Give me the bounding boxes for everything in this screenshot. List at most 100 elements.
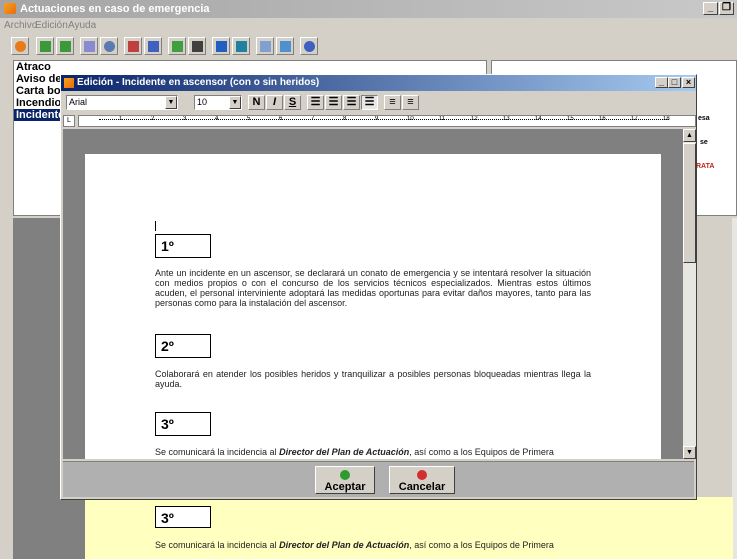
help-button[interactable] (300, 37, 318, 55)
editor-scrollbar[interactable]: ▲ ▼ (683, 129, 696, 459)
font-name-select[interactable]: Arial ▼ (66, 95, 178, 110)
dialog-title: Edición - Incidente en ascensor (con o s… (77, 77, 320, 88)
dialog-title-bar: Edición - Incidente en ascensor (con o s… (61, 75, 696, 91)
ruler-mark: 10 (407, 116, 414, 122)
back-button[interactable] (56, 37, 74, 55)
exit-icon (15, 41, 26, 52)
minimize-button[interactable]: _ (703, 2, 718, 15)
accept-button[interactable]: Aceptar (315, 466, 375, 494)
justify-button[interactable]: ☰ (361, 95, 378, 110)
ruler-mark: 15 (567, 116, 574, 122)
mail-button[interactable] (276, 37, 294, 55)
mail-icon (280, 41, 291, 52)
scroll-thumb[interactable] (683, 143, 696, 263)
ruler-mark: 12 (471, 116, 478, 122)
cancel-button[interactable]: Cancelar (389, 466, 455, 494)
ruler-mark: 18 (663, 116, 670, 122)
italic-button[interactable]: I (266, 95, 283, 110)
tab-stop-selector[interactable]: L (63, 115, 75, 127)
ruler-mark: 2 (151, 116, 155, 122)
justify-icon: ☰ (364, 96, 375, 108)
text-suffix: , así como a los Equipos de Primera (409, 540, 554, 550)
search-button[interactable] (100, 37, 118, 55)
chevron-down-icon: ▼ (165, 96, 177, 109)
panel-snippet: RATA (696, 163, 715, 170)
window-icon (84, 41, 95, 52)
text-cursor (155, 221, 156, 231)
bold-button[interactable]: N (248, 95, 265, 110)
refresh-button[interactable] (168, 37, 186, 55)
dialog-icon (64, 78, 74, 88)
back-icon (60, 41, 71, 52)
align-center-button[interactable]: ☰ (325, 95, 342, 110)
menu-edicion[interactable]: Edición (35, 20, 68, 31)
scroll-down-button[interactable]: ▼ (683, 446, 696, 459)
restore-button[interactable]: ❐ (719, 2, 734, 15)
underline-button[interactable]: S (284, 95, 301, 110)
dialog-maximize-button[interactable]: □ (668, 77, 681, 88)
window-group-button[interactable] (256, 37, 274, 55)
forward-icon (40, 41, 51, 52)
ruler-mark: 6 (279, 116, 283, 122)
chart-button[interactable] (212, 37, 230, 55)
exit-button[interactable] (11, 37, 29, 55)
arrow-right-icon (128, 41, 139, 52)
text-bold: Director del Plan de Actuación (279, 447, 410, 457)
align-left-button[interactable]: ☰ (307, 95, 324, 110)
binoculars-button[interactable] (188, 37, 206, 55)
chevron-down-icon: ▼ (229, 96, 241, 109)
binoculars-icon (192, 41, 203, 52)
align-right-button[interactable]: ☰ (343, 95, 360, 110)
scroll-up-button[interactable]: ▲ (683, 129, 696, 142)
section-text: Se comunicará la incidencia al Director … (155, 447, 591, 457)
ruler[interactable]: 1 2 3 4 5 6 7 8 9 10 11 12 13 14 15 16 1… (78, 115, 696, 127)
forward-button[interactable] (36, 37, 54, 55)
cancel-label: Cancelar (398, 481, 446, 493)
section-label: 1º (155, 234, 211, 258)
arrow-left-icon (148, 41, 159, 52)
chart-tree-icon (236, 41, 247, 52)
chart-tree-button[interactable] (232, 37, 250, 55)
text-prefix: Se comunicará la incidencia al (155, 540, 280, 550)
font-name-value: Arial (69, 97, 88, 107)
text-prefix: Se comunicará la incidencia al (155, 447, 280, 457)
ruler-mark: 14 (535, 116, 542, 122)
dialog-minimize-button[interactable]: _ (655, 77, 668, 88)
ruler-mark: 1 (119, 116, 123, 122)
chart-icon (216, 41, 227, 52)
bullet-list-icon: ≡ (407, 96, 414, 108)
section-label: 3º (155, 412, 211, 436)
align-left-icon: ☰ (310, 96, 321, 108)
refresh-icon (172, 41, 183, 52)
window-button[interactable] (80, 37, 98, 55)
section-text: Colaborará en atender los posibles herid… (155, 369, 591, 389)
menu-ayuda[interactable]: Ayuda (68, 20, 96, 31)
ruler-mark: 3 (183, 116, 187, 122)
search-icon (104, 41, 115, 52)
background-document: 3º Se comunicará la incidencia al Direct… (85, 497, 733, 559)
list-item[interactable]: Atraco (14, 61, 486, 73)
dialog-button-bar: Aceptar Cancelar (63, 461, 694, 497)
help-icon (304, 41, 315, 52)
section-text: Ante un incidente en un ascensor, se dec… (155, 268, 591, 308)
ruler-mark: 13 (503, 116, 510, 122)
font-size-select[interactable]: 10 ▼ (194, 95, 242, 110)
bullet-list-button[interactable]: ≡ (402, 95, 419, 110)
arrow-left-button[interactable] (144, 37, 162, 55)
ruler-mark: 16 (599, 116, 606, 122)
menu-archivo[interactable]: Archivo (4, 20, 37, 31)
numbered-list-button[interactable]: ≡ (384, 95, 401, 110)
section-label: 3º (155, 506, 211, 528)
dialog-close-button[interactable]: × (682, 77, 695, 88)
editor-area[interactable]: 1º Ante un incidente en un ascensor, se … (63, 129, 683, 459)
cancel-icon (417, 470, 427, 480)
ruler-mark: 9 (375, 116, 379, 122)
panel-snippet: esa (698, 115, 710, 122)
section-label: 2º (155, 334, 211, 358)
editor-page[interactable]: 1º Ante un incidente en un ascensor, se … (85, 154, 661, 459)
align-right-icon: ☰ (346, 96, 357, 108)
ruler-mark: 4 (215, 116, 219, 122)
app-icon (4, 3, 16, 14)
arrow-right-button[interactable] (124, 37, 142, 55)
accept-label: Aceptar (324, 481, 366, 493)
